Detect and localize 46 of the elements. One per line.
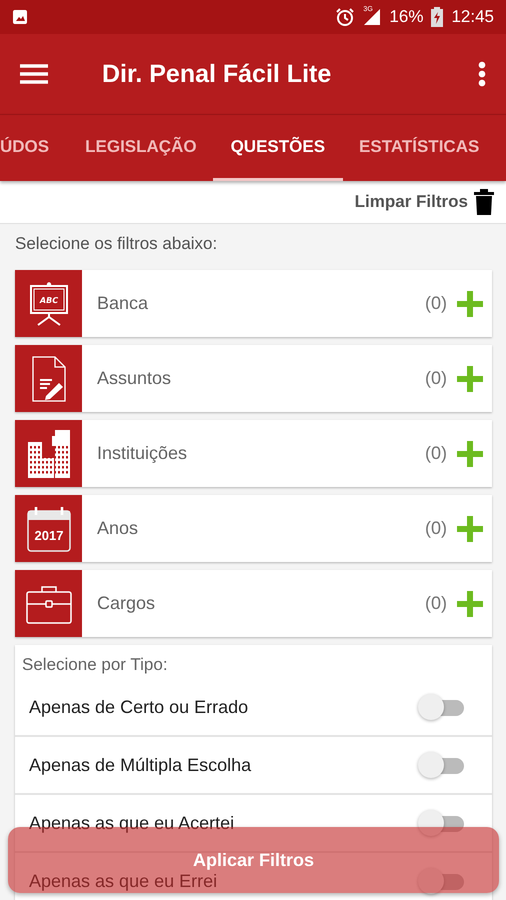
filter-count: (0): [425, 293, 447, 314]
filter-label: Cargos: [97, 593, 156, 614]
tab[interactable]: LEGISLAÇÃO: [69, 115, 213, 181]
add-icon[interactable]: [457, 516, 483, 542]
filter-card[interactable]: Instituições (0): [15, 420, 492, 487]
filter-count: (0): [425, 593, 447, 614]
app-title: Dir. Penal Fácil Lite: [102, 60, 332, 88]
filter-count: (0): [425, 368, 447, 389]
toggle-switch[interactable]: [418, 810, 464, 836]
menu-button[interactable]: [20, 63, 48, 85]
filter-card[interactable]: Assuntos (0): [15, 345, 492, 412]
add-icon[interactable]: [457, 366, 483, 392]
filter-label: Anos: [97, 518, 140, 539]
tab[interactable]: ESTATÍSTICAS: [343, 115, 496, 181]
battery-level: 16%: [389, 7, 424, 27]
image-icon: [12, 9, 28, 25]
more-options-button[interactable]: [478, 61, 486, 87]
option-label: Apenas de Múltipla Escolha: [29, 754, 252, 776]
signal-icon: [363, 8, 382, 26]
filter-card[interactable]: Cargos (0): [15, 570, 492, 637]
option-label: Apenas as que eu Errei: [29, 870, 218, 892]
filter-count: (0): [425, 443, 447, 464]
document-pencil-icon: [32, 356, 66, 402]
add-icon[interactable]: [457, 290, 483, 316]
filter-label: Instituições: [97, 443, 188, 464]
section-heading: Selecione os filtros abaixo:: [15, 234, 218, 254]
toggle-switch[interactable]: [418, 752, 464, 778]
alarm-icon: [335, 7, 356, 27]
battery-icon: [431, 7, 444, 27]
toggle-switch[interactable]: [418, 868, 464, 894]
filter-card[interactable]: 2017 Anos (0): [15, 495, 492, 562]
section-heading: Selecione por Tipo:: [21, 654, 169, 676]
trash-icon: [474, 189, 494, 215]
buildings-icon: [28, 430, 70, 478]
clock: 12:45: [451, 7, 494, 27]
toggle-switch[interactable]: [418, 694, 464, 720]
option-label: Apenas de Certo ou Errado: [29, 696, 248, 718]
filter-card[interactable]: ABC Banca (0): [15, 270, 492, 337]
tab[interactable]: ÚDOS: [0, 115, 70, 181]
filter-label: Assuntos: [97, 368, 172, 389]
briefcase-icon: [26, 584, 72, 624]
filter-label: Banca: [97, 293, 150, 314]
add-icon[interactable]: [457, 440, 483, 466]
clear-filters-button[interactable]: Limpar Filtros: [354, 189, 494, 215]
add-icon[interactable]: [457, 590, 483, 616]
filter-count: (0): [425, 518, 447, 539]
